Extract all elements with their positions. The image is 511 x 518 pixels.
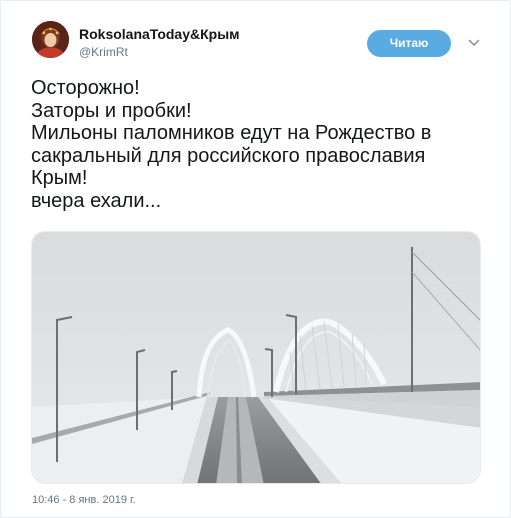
tweet-text-line: Осторожно! [31, 77, 140, 99]
author-handle[interactable]: @KrimRt [79, 45, 128, 59]
bridge-photo-image [32, 232, 480, 483]
follow-button[interactable]: Читаю [367, 30, 451, 57]
tweet-text-line: вчера ехали... [31, 189, 162, 212]
tweet-text-line: Мильоны паломников едут на Рождество в [31, 122, 432, 144]
avatar-portrait-image [32, 21, 69, 58]
author-avatar[interactable] [32, 21, 69, 58]
tweet-text-line: Заторы и пробки! [31, 99, 192, 122]
tweet-photo[interactable] [31, 231, 481, 484]
tweet-card: RoksolanaToday&Крым @KrimRt Читаю Осторо… [0, 0, 511, 518]
tweet-text: Осторожно! Заторы и пробки! Мильоны пало… [31, 77, 501, 212]
tweet-text-line: сакральный для российского православия [31, 144, 426, 167]
tweet-timestamp[interactable]: 10:46 - 8 янв. 2019 г. [32, 494, 136, 506]
tweet-text-line: Крым! [31, 167, 88, 189]
author-display-name[interactable]: RoksolanaToday&Крым [79, 26, 240, 42]
chevron-down-icon[interactable] [467, 36, 481, 50]
